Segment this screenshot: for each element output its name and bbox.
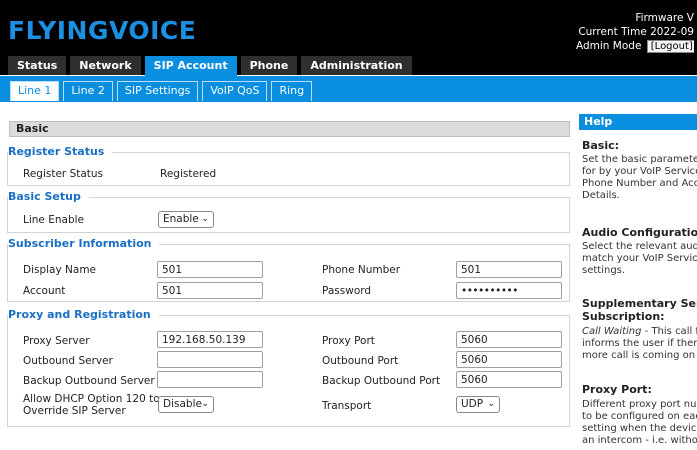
help-basic-text-1: Set the basic parameters bbox=[582, 154, 697, 165]
help-audio-text-3: settings. bbox=[582, 265, 626, 276]
tab-status[interactable]: Status bbox=[8, 56, 67, 75]
proxy-server-label: Proxy Server bbox=[23, 335, 90, 347]
line-enable-value: Enable bbox=[163, 213, 199, 225]
help-basic-text-3: Phone Number and Acco bbox=[582, 178, 697, 189]
basic-setup-title: Basic Setup bbox=[8, 190, 89, 203]
tab-phone[interactable]: Phone bbox=[240, 56, 298, 75]
section-divider bbox=[143, 244, 569, 245]
proxy-port-label: Proxy Port bbox=[322, 335, 375, 347]
password-input[interactable] bbox=[456, 282, 562, 299]
chevron-down-icon: ⌄ bbox=[487, 399, 495, 409]
help-audio-text-1: Select the relevant audio bbox=[582, 241, 697, 252]
dhcp-option-label-line1: Allow DHCP Option 120 to bbox=[23, 393, 160, 405]
help-supp-heading-1: Supplementary Servic bbox=[582, 297, 697, 310]
proxy-registration-title: Proxy and Registration bbox=[8, 308, 159, 321]
admin-mode-label: Admin Mode bbox=[576, 40, 642, 52]
section-divider bbox=[84, 197, 569, 198]
subtab-voip-qos[interactable]: VoIP QoS bbox=[202, 81, 268, 101]
basic-setup-section: Basic Setup bbox=[7, 190, 570, 233]
outbound-server-input[interactable] bbox=[157, 351, 263, 368]
dhcp-option-value: Disable bbox=[163, 398, 202, 410]
help-panel: Help Basic: Set the basic parameters for… bbox=[579, 111, 697, 450]
password-label: Password bbox=[322, 285, 372, 297]
dhcp-option-label-line2: Override SIP Server bbox=[23, 405, 126, 417]
help-supp-text-2: informs the user if there bbox=[582, 338, 697, 349]
subtab-sip-settings[interactable]: SIP Settings bbox=[116, 81, 199, 101]
tab-administration[interactable]: Administration bbox=[301, 56, 412, 75]
transport-label: Transport bbox=[322, 400, 372, 412]
admin-mode-row: Admin Mode [Logout] bbox=[576, 39, 694, 53]
phone-number-input[interactable] bbox=[456, 261, 562, 278]
help-basic-heading: Basic: bbox=[582, 139, 620, 152]
help-basic-text-2: for by your VoIP Service bbox=[582, 166, 697, 177]
register-status-title: Register Status bbox=[8, 145, 113, 158]
header-info: Firmware V Current Time 2022-09 Admin Mo… bbox=[576, 11, 694, 53]
account-input[interactable] bbox=[157, 282, 263, 299]
help-audio-text-2: match your VoIP Service bbox=[582, 253, 697, 264]
backup-outbound-port-input[interactable] bbox=[456, 371, 562, 388]
register-status-label: Register Status bbox=[23, 168, 104, 180]
backup-outbound-server-input[interactable] bbox=[157, 371, 263, 388]
line-enable-label: Line Enable bbox=[23, 214, 84, 226]
help-supp-call-waiting: Call Waiting bbox=[582, 326, 642, 337]
phone-number-label: Phone Number bbox=[322, 264, 401, 276]
sub-tab-bar: Line 1 Line 2 SIP Settings VoIP QoS Ring bbox=[0, 76, 697, 102]
help-supp-text-1-rest: - This call fe bbox=[644, 326, 697, 337]
help-proxy-port-heading: Proxy Port: bbox=[582, 383, 652, 396]
tab-network[interactable]: Network bbox=[70, 56, 141, 75]
dhcp-option-select[interactable]: Disable ⌄ bbox=[158, 396, 214, 413]
transport-value: UDP bbox=[461, 398, 484, 410]
subtab-line-1[interactable]: Line 1 bbox=[10, 81, 60, 101]
basic-section-header: Basic bbox=[9, 121, 570, 137]
transport-select[interactable]: UDP ⌄ bbox=[456, 396, 500, 413]
help-proxy-port-text-2: to be configured on each bbox=[582, 411, 697, 422]
help-proxy-port-text-1: Different proxy port num bbox=[582, 399, 697, 410]
help-basic-text-4: Details. bbox=[582, 190, 620, 201]
display-name-input[interactable] bbox=[157, 261, 263, 278]
chevron-down-icon: ⌄ bbox=[201, 399, 209, 409]
firmware-label: Firmware V bbox=[635, 12, 694, 24]
proxy-port-input[interactable] bbox=[456, 331, 562, 348]
outbound-server-label: Outbound Server bbox=[23, 355, 113, 367]
help-supp-text-3: more call is coming on h bbox=[582, 350, 697, 361]
account-label: Account bbox=[23, 285, 66, 297]
section-divider bbox=[133, 315, 569, 316]
flyingvoice-logo: FLYINGVOICE bbox=[8, 16, 197, 45]
outbound-port-label: Outbound Port bbox=[322, 355, 399, 367]
chevron-down-icon: ⌄ bbox=[201, 214, 209, 224]
line-enable-select[interactable]: Enable ⌄ bbox=[158, 211, 214, 228]
register-status-value: Registered bbox=[160, 168, 217, 180]
sub-tabs: Line 1 Line 2 SIP Settings VoIP QoS Ring bbox=[10, 81, 316, 101]
subscriber-title: Subscriber Information bbox=[8, 237, 160, 250]
current-time: Current Time 2022-09 bbox=[578, 26, 694, 38]
logout-button[interactable]: [Logout] bbox=[646, 40, 694, 53]
outbound-port-input[interactable] bbox=[456, 351, 562, 368]
subtab-line-2[interactable]: Line 2 bbox=[63, 81, 113, 101]
backup-outbound-port-label: Backup Outbound Port bbox=[322, 375, 441, 387]
help-proxy-port-text-4: an intercom - i.e. withou bbox=[582, 435, 697, 446]
display-name-label: Display Name bbox=[23, 264, 97, 276]
backup-outbound-server-label: Backup Outbound Server bbox=[23, 375, 155, 387]
proxy-server-input[interactable] bbox=[157, 331, 263, 348]
section-divider bbox=[104, 152, 569, 153]
help-title: Help bbox=[579, 114, 697, 130]
top-header: FLYINGVOICE Firmware V Current Time 2022… bbox=[0, 0, 697, 76]
main-tabs: Status Network SIP Account Phone Adminis… bbox=[8, 56, 416, 76]
help-supp-heading-2: Subscription: bbox=[582, 310, 665, 323]
help-proxy-port-text-3: setting when the device bbox=[582, 423, 697, 434]
subtab-ring[interactable]: Ring bbox=[271, 81, 313, 101]
dhcp-option-label: Allow DHCP Option 120 to Override SIP Se… bbox=[23, 393, 160, 417]
tab-sip-account[interactable]: SIP Account bbox=[144, 56, 237, 76]
help-supp-text-1: Call Waiting - This call fe bbox=[582, 326, 697, 338]
help-audio-heading: Audio Configuration: bbox=[582, 226, 697, 239]
